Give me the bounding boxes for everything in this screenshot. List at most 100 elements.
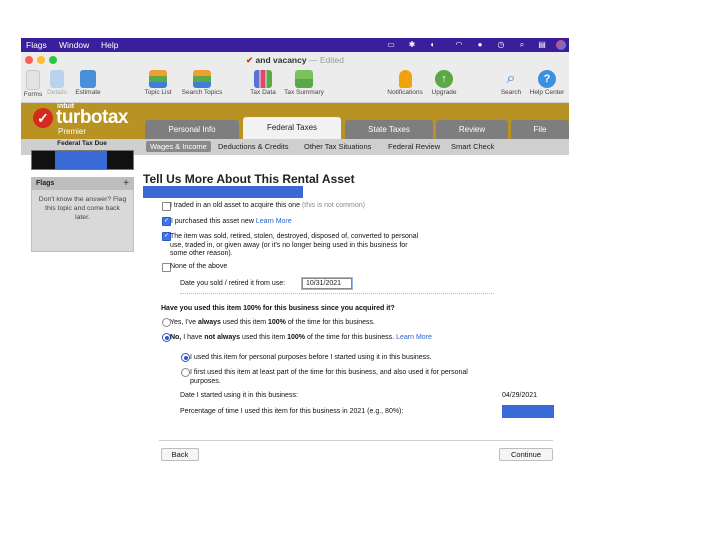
federal-tax-due-label: Federal Tax Due [57, 140, 107, 147]
forms-button[interactable]: Forms [22, 70, 44, 98]
traded-note: (this is not common) [301, 202, 365, 209]
notifications-button[interactable]: Notifications [383, 70, 427, 96]
mixed-use-label: I first used this item at least part of … [190, 369, 468, 385]
window-title-text: and vacancy [255, 55, 307, 65]
search-topics-button[interactable]: Search Topics [177, 70, 227, 96]
tax-data-button[interactable]: Tax Data [246, 70, 280, 96]
screen-icon[interactable]: ▭ [386, 40, 396, 50]
purchased-label: I purchased this asset new Learn More [171, 218, 292, 227]
date-started-value[interactable]: 04/29/2021 [502, 392, 537, 401]
subnav-smart-check[interactable]: Smart Check [451, 142, 494, 151]
title-separator: — [308, 55, 318, 65]
asset-name-redacted [143, 186, 303, 198]
topic-list-button[interactable]: Topic List [141, 70, 175, 96]
control-center-icon[interactable]: ▤ [537, 40, 547, 50]
date-started-label: Date I started using it in this business… [180, 392, 298, 399]
tax-data-icon [254, 70, 272, 88]
tax-data-label: Tax Data [250, 89, 276, 96]
menu-window[interactable]: Window [59, 40, 89, 50]
details-label: Details [47, 89, 67, 96]
help-center-label: Help Center [529, 89, 565, 96]
no-text-1: I have [181, 334, 205, 341]
no-text-3: of the time for this business. [305, 334, 395, 341]
percentage-input-redacted[interactable] [502, 405, 554, 418]
flags-panel: Flags + Don't know the answer? Flag this… [31, 177, 134, 252]
subnav-federal-review[interactable]: Federal Review [388, 142, 440, 151]
purchased-learn-more-link[interactable]: Learn More [256, 218, 292, 225]
page-title: Tell Us More About This Rental Asset [143, 172, 355, 186]
search-icon: ⌕ [506, 70, 516, 87]
menu-flags[interactable]: Flags [26, 40, 47, 50]
percentage-label: Percentage of time I used this item for … [180, 408, 404, 415]
subnav-wages-income[interactable]: Wages & Income [146, 141, 211, 152]
topic-list-label: Topic List [144, 89, 172, 96]
details-icon [50, 70, 64, 88]
date-sold-label: Date you sold / retired it from use: [180, 280, 286, 287]
tab-state-taxes[interactable]: State Taxes [345, 120, 433, 139]
help-icon: ? [538, 70, 556, 88]
yes-bold-2: 100% [267, 319, 286, 326]
window-title: ✔ and vacancy — Edited [21, 55, 569, 66]
document-icon: ✔ [246, 55, 254, 65]
brand-band: ✓ intuit turbotax Premier Personal Info … [21, 103, 569, 139]
purchased-checkbox[interactable]: ✓ [162, 217, 171, 226]
edited-status: Edited [319, 55, 344, 65]
search-topics-icon [193, 70, 211, 88]
audio-icon[interactable]: ◖ [427, 40, 437, 50]
tab-review[interactable]: Review [436, 120, 508, 139]
no-text-2: used this item [240, 334, 288, 341]
title-bar: ✔ and vacancy — Edited [21, 52, 569, 68]
user-icon[interactable]: ● [475, 40, 485, 50]
estimate-button[interactable]: Estimate [71, 70, 105, 96]
upgrade-label: Upgrade [431, 89, 457, 96]
topic-list-icon [149, 70, 167, 88]
subnav-other-tax-situations[interactable]: Other Tax Situations [304, 142, 371, 151]
add-flag-button[interactable]: + [123, 178, 129, 189]
upgrade-button[interactable]: ↑ Upgrade [429, 70, 459, 96]
no-bold-1: not always [204, 334, 241, 341]
search-topics-label: Search Topics [181, 89, 223, 96]
continue-button[interactable]: Continue [499, 448, 553, 461]
flags-title: Flags [36, 180, 55, 187]
tab-personal-info[interactable]: Personal Info [145, 120, 239, 139]
date-sold-input[interactable]: 10/31/2021 [302, 278, 352, 289]
siri-icon[interactable] [556, 40, 566, 50]
no-learn-more-link[interactable]: Learn More [396, 334, 432, 341]
tax-summary-icon [295, 70, 313, 88]
notifications-label: Notifications [387, 89, 423, 96]
bell-icon [398, 70, 412, 88]
menu-bar: Flags Window Help ▭ ✱ ◖ ◠ ● ◷ ⌕ ▤ [21, 38, 569, 52]
personal-before-label: I used this item for personal purposes b… [190, 354, 432, 361]
tab-federal-taxes[interactable]: Federal Taxes [243, 117, 341, 139]
bluetooth-icon[interactable]: ✱ [407, 40, 417, 50]
toolbar: Forms Details Estimate Topic List Search… [21, 68, 569, 103]
clock-icon[interactable]: ◷ [496, 40, 506, 50]
personal-before-radio[interactable] [181, 353, 190, 362]
forms-icon [26, 70, 40, 90]
wifi-icon[interactable]: ◠ [454, 40, 464, 50]
back-button[interactable]: Back [161, 448, 199, 461]
tax-summary-label: Tax Summary [284, 89, 324, 96]
federal-tax-due-redacted [55, 151, 107, 169]
mixed-use-radio[interactable] [181, 368, 190, 377]
yes-label: Yes, I've always used this item 100% of … [170, 319, 375, 328]
yes-text-3: of the time for this business. [285, 319, 375, 326]
search-icon[interactable]: ⌕ [517, 40, 527, 50]
search-button[interactable]: ⌕ Search [499, 70, 523, 96]
no-bold-0: No, [170, 334, 182, 341]
subnav-deductions-credits[interactable]: Deductions & Credits [218, 142, 288, 151]
none-label: None of the above [170, 263, 228, 270]
menu-help[interactable]: Help [101, 40, 118, 50]
tab-file[interactable]: File [511, 120, 569, 139]
help-center-button[interactable]: ? Help Center [526, 70, 568, 96]
forms-label: Forms [23, 91, 43, 98]
yes-text-1: Yes, I've [170, 319, 198, 326]
details-button[interactable]: Details [45, 70, 69, 96]
sold-label: The item was sold, retired, stolen, dest… [170, 233, 419, 257]
yes-bold-1: always [197, 319, 221, 326]
estimate-icon [80, 70, 96, 88]
tax-summary-button[interactable]: Tax Summary [281, 70, 327, 96]
usage-question: Have you used this item 100% for this bu… [161, 305, 395, 312]
traded-label: I traded in an old asset to acquire this… [170, 202, 365, 211]
edition-label: Premier [58, 127, 87, 136]
